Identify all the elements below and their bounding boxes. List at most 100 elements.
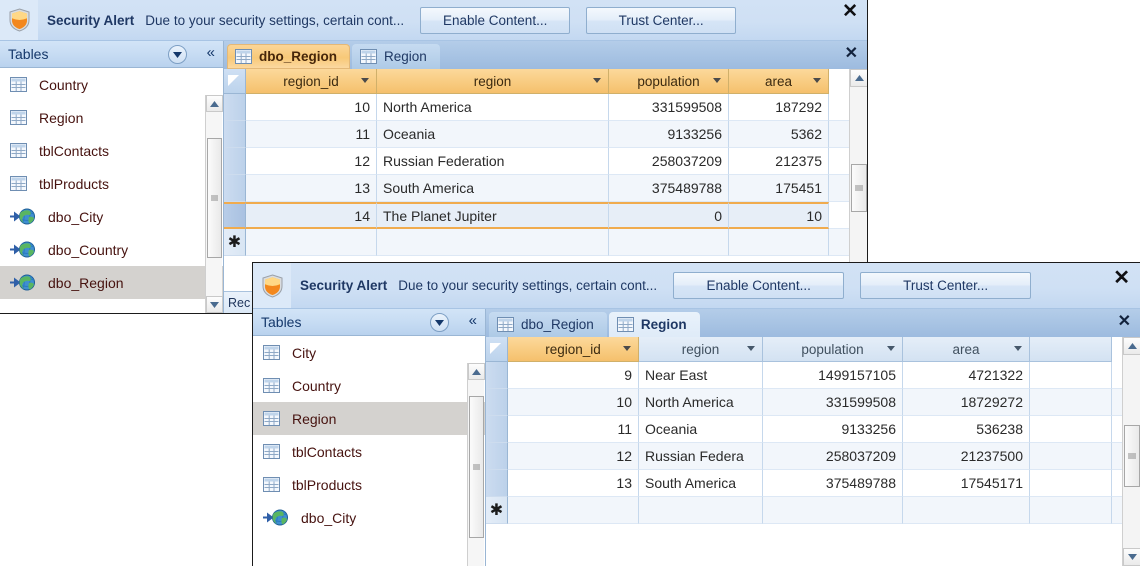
cell-population[interactable]: 331599508	[763, 389, 903, 416]
close-security-alert-icon[interactable]: ✕	[1113, 268, 1130, 288]
table-row[interactable]: 13 South America 375489788 17545171	[486, 470, 1140, 497]
enable-content-button[interactable]: Enable Content...	[673, 272, 845, 299]
nav-item-tblcontacts[interactable]: tblContacts	[0, 134, 223, 167]
nav-item-region[interactable]: Region	[253, 402, 485, 435]
chevron-down-icon[interactable]	[623, 346, 631, 351]
cell-region_id[interactable]: 12	[246, 148, 377, 175]
row-selector[interactable]	[224, 175, 246, 202]
new-record-marker-icon[interactable]: ✱	[224, 229, 246, 256]
new-record-row[interactable]: ✱	[224, 229, 867, 256]
nav-item-tblproducts[interactable]: tblProducts	[253, 468, 485, 501]
datasheet-scrollbar-thumb[interactable]	[851, 164, 867, 212]
column-header-region_id[interactable]: region_id	[508, 337, 639, 362]
nav-item-dbo-region[interactable]: dbo_Region	[0, 266, 223, 299]
cell-population[interactable]: 258037209	[763, 443, 903, 470]
cell-population[interactable]: 331599508	[609, 94, 729, 121]
select-all-corner[interactable]	[486, 337, 508, 362]
column-header-region[interactable]: region	[377, 69, 609, 94]
cell-population[interactable]: 0	[609, 202, 729, 229]
column-header-region[interactable]: region	[639, 337, 763, 362]
nav-item-country[interactable]: Country	[0, 68, 223, 101]
triangle-up-icon[interactable]	[1123, 337, 1140, 355]
nav-item-dbo-city[interactable]: dbo_City	[253, 501, 485, 534]
cell-region_id[interactable]: 13	[508, 470, 639, 497]
cell-population[interactable]: 375489788	[609, 175, 729, 202]
cell-region[interactable]	[377, 229, 609, 256]
trust-center-button[interactable]: Trust Center...	[586, 6, 737, 34]
cell-area[interactable]: 21237500	[903, 443, 1030, 470]
cell-region[interactable]: Russian Federation	[377, 148, 609, 175]
triangle-up-icon[interactable]	[468, 363, 485, 380]
chevron-down-icon[interactable]	[747, 346, 755, 351]
document-tab-dbo-region[interactable]: dbo_Region	[227, 44, 350, 69]
nav-item-region[interactable]: Region	[0, 101, 223, 134]
nav-item-tblproducts[interactable]: tblProducts	[0, 167, 223, 200]
cell-region[interactable]: Oceania	[639, 416, 763, 443]
chevron-down-icon[interactable]	[593, 78, 601, 83]
cell-region[interactable]	[639, 497, 763, 524]
double-chevron-left-icon[interactable]: «	[469, 312, 477, 330]
document-tab-region[interactable]: Region	[352, 44, 440, 69]
cell-region[interactable]: North America	[377, 94, 609, 121]
access-window-foreground[interactable]: Security Alert Due to your security sett…	[252, 262, 1140, 566]
column-header-area[interactable]: area	[903, 337, 1030, 362]
nav-item-dbo-city[interactable]: dbo_City	[0, 200, 223, 233]
row-selector[interactable]	[224, 202, 246, 229]
cell-area[interactable]: 10	[729, 202, 829, 229]
row-selector[interactable]	[486, 362, 508, 389]
chevron-down-icon[interactable]	[813, 78, 821, 83]
select-all-corner[interactable]	[224, 69, 246, 94]
triangle-down-icon[interactable]	[1123, 548, 1140, 566]
cell-population[interactable]: 375489788	[763, 470, 903, 497]
cell-region[interactable]: North America	[639, 389, 763, 416]
cell-empty[interactable]	[1030, 416, 1112, 443]
table-row[interactable]: 9 Near East 1499157105 4721322	[486, 362, 1140, 389]
cell-region[interactable]: South America	[377, 175, 609, 202]
cell-region_id[interactable]: 10	[508, 389, 639, 416]
chevron-down-icon[interactable]	[713, 78, 721, 83]
cell-region_id[interactable]: 11	[508, 416, 639, 443]
table-row[interactable]: 10 North America 331599508 187292	[224, 94, 867, 121]
cell-area[interactable]: 18729272	[903, 389, 1030, 416]
close-document-tab-icon[interactable]: ✕	[845, 44, 858, 63]
close-security-alert-icon[interactable]: ✕	[842, 2, 858, 21]
nav-pane-scrollbar-thumb[interactable]	[207, 138, 222, 258]
cell-region[interactable]: The Planet Jupiter	[377, 202, 609, 229]
double-chevron-left-icon[interactable]: «	[207, 44, 215, 62]
cell-area[interactable]: 17545171	[903, 470, 1030, 497]
enable-content-button[interactable]: Enable Content...	[420, 6, 571, 34]
cell-region[interactable]: Near East	[639, 362, 763, 389]
cell-empty[interactable]	[1030, 443, 1112, 470]
document-tab-dbo-region[interactable]: dbo_Region	[489, 312, 607, 337]
row-selector[interactable]	[486, 470, 508, 497]
nav-item-city[interactable]: City	[253, 336, 485, 369]
table-row[interactable]: 10 North America 331599508 18729272	[486, 389, 1140, 416]
cell-population[interactable]: 1499157105	[763, 362, 903, 389]
column-header-population[interactable]: population	[763, 337, 903, 362]
cell-population[interactable]	[763, 497, 903, 524]
nav-pane-scrollbar-background[interactable]	[205, 95, 223, 313]
column-header-population[interactable]: population	[609, 69, 729, 94]
datasheet-scrollbar-thumb[interactable]	[1124, 425, 1140, 487]
cell-region[interactable]: Russian Federa	[639, 443, 763, 470]
chevron-down-icon[interactable]	[887, 346, 895, 351]
cell-area[interactable]: 175451	[729, 175, 829, 202]
close-document-tab-icon[interactable]: ✕	[1118, 312, 1131, 331]
table-row[interactable]: 12 Russian Federation 258037209 212375	[224, 148, 867, 175]
cell-region_id[interactable]: 12	[508, 443, 639, 470]
new-record-marker-icon[interactable]: ✱	[486, 497, 508, 524]
nav-pane-scrollbar-thumb[interactable]	[469, 396, 484, 538]
row-selector[interactable]	[224, 148, 246, 175]
cell-area[interactable]	[903, 497, 1030, 524]
row-selector[interactable]	[224, 94, 246, 121]
table-row[interactable]: 14 The Planet Jupiter 0 10	[224, 202, 867, 229]
cell-area[interactable]: 536238	[903, 416, 1030, 443]
column-header-region_id[interactable]: region_id	[246, 69, 377, 94]
new-record-row[interactable]: ✱	[486, 497, 1140, 524]
nav-item-tblcontacts[interactable]: tblContacts	[253, 435, 485, 468]
table-row[interactable]: 12 Russian Federa 258037209 21237500	[486, 443, 1140, 470]
cell-region_id[interactable]	[508, 497, 639, 524]
cell-area[interactable]: 4721322	[903, 362, 1030, 389]
cell-region_id[interactable]: 9	[508, 362, 639, 389]
cell-region_id[interactable]: 13	[246, 175, 377, 202]
